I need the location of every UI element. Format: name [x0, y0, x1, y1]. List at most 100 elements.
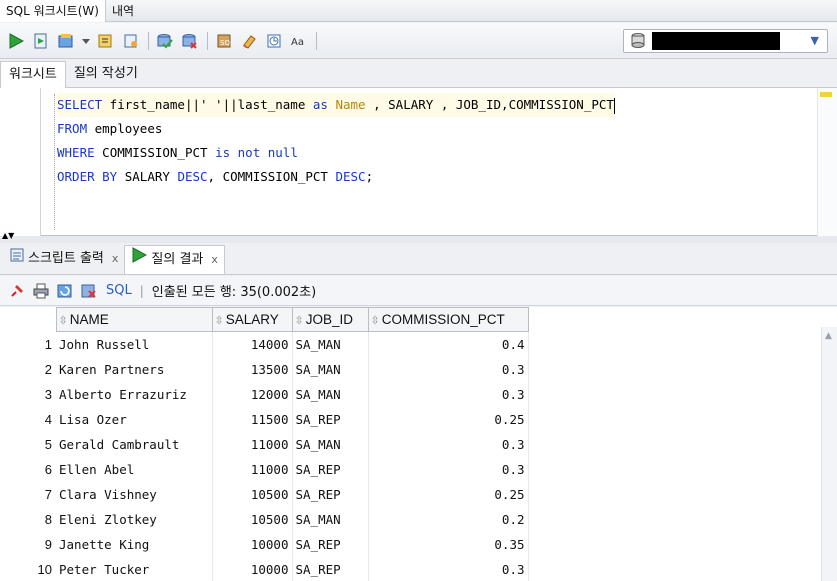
cell-name[interactable]: Lisa Ozer	[56, 406, 213, 432]
eraser-icon[interactable]	[239, 31, 259, 51]
sort-icon[interactable]: ⇳	[295, 315, 304, 327]
cell-salary[interactable]: 10500	[212, 506, 293, 532]
cell-name[interactable]: Peter Tucker	[56, 556, 213, 581]
rollback-icon[interactable]	[180, 31, 200, 51]
sort-icon[interactable]: ⇳	[215, 315, 224, 327]
cell-job-id[interactable]: SA_MAN	[292, 506, 369, 532]
cell-job-id[interactable]: SA_MAN	[292, 331, 369, 357]
tab-worksheet[interactable]: 워크시트	[0, 60, 66, 88]
sort-icon[interactable]: ⇳	[371, 315, 380, 327]
cell-job-id[interactable]: SA_MAN	[292, 431, 369, 457]
table-row[interactable]: 2 Karen Partners 13500 SA_MAN 0.3	[0, 356, 529, 382]
scroll-up-icon[interactable]: ▲	[825, 331, 832, 341]
editor-scrollbar[interactable]	[817, 88, 837, 236]
sql-format-icon[interactable]: SQL	[214, 31, 234, 51]
sql-editor[interactable]: SELECT first_name||' '||last_name as Nam…	[0, 88, 837, 236]
cell-name[interactable]: Ellen Abel	[56, 456, 213, 482]
case-change-icon[interactable]: Aa	[289, 31, 309, 51]
column-header-salary[interactable]: ⇳ SALARY	[211, 307, 293, 332]
cell-salary[interactable]: 10000	[212, 531, 293, 557]
cell-job-id[interactable]: SA_MAN	[292, 356, 369, 382]
results-grid[interactable]: ⇳ NAME ⇳ SALARY ⇳ JOB_ID ⇳ COMMISSION_PCT 1J…	[0, 307, 837, 581]
cell-commission-pct[interactable]: 0.35	[368, 531, 529, 557]
code-line-2: FROM employees	[57, 117, 615, 141]
commit-icon[interactable]	[155, 31, 175, 51]
cell-name[interactable]: Gerald Cambrault	[56, 431, 213, 457]
cell-commission-pct[interactable]: 0.4	[368, 331, 529, 357]
table-row[interactable]: 8 Eleni Zlotkey 10500 SA_MAN 0.2	[0, 506, 529, 532]
cell-name[interactable]: Karen Partners	[56, 356, 213, 382]
cell-name[interactable]: Clara Vishney	[56, 481, 213, 507]
cell-salary[interactable]: 14000	[212, 331, 293, 357]
cell-job-id[interactable]: SA_REP	[292, 531, 369, 557]
splitter-arrows-icon[interactable]: ▲▼	[2, 232, 14, 240]
chevron-down-icon[interactable]	[81, 31, 91, 51]
cell-salary[interactable]: 10000	[212, 556, 293, 581]
cell-job-id[interactable]: SA_REP	[292, 456, 369, 482]
grid-scrollbar[interactable]: ▲	[821, 327, 837, 581]
table-row[interactable]: 6 Ellen Abel 11000 SA_REP 0.3	[0, 456, 529, 482]
tab-script-output[interactable]: 스크립트 출력 x	[4, 244, 124, 274]
table-row[interactable]: 1 John Russell 14000 SA_MAN 0.4	[0, 331, 529, 357]
svg-text:Aa: Aa	[291, 37, 304, 48]
run-script-icon[interactable]	[31, 31, 51, 51]
close-icon[interactable]: x	[112, 244, 119, 274]
sql-link[interactable]: SQL	[106, 283, 132, 298]
cell-name[interactable]: Eleni Zlotkey	[56, 506, 213, 532]
explain-plan-icon[interactable]	[96, 31, 116, 51]
cancel-fetch-icon[interactable]	[80, 282, 98, 300]
cell-commission-pct[interactable]: 0.25	[368, 406, 529, 432]
table-row[interactable]: 5 Gerald Cambrault 11000 SA_MAN 0.3	[0, 431, 529, 457]
cell-salary[interactable]: 10500	[212, 481, 293, 507]
cell-job-id[interactable]: SA_REP	[292, 481, 369, 507]
cell-salary[interactable]: 11000	[212, 456, 293, 482]
cell-job-id[interactable]: SA_MAN	[292, 381, 369, 407]
autotrace-icon[interactable]	[56, 31, 76, 51]
column-header-name[interactable]: ⇳ NAME	[55, 307, 213, 332]
print-icon[interactable]	[32, 282, 50, 300]
cell-commission-pct[interactable]: 0.3	[368, 431, 529, 457]
cell-name[interactable]: Janette King	[56, 531, 213, 557]
table-row[interactable]: 4 Lisa Ozer 11500 SA_REP 0.25	[0, 406, 529, 432]
code-text: COMMISSION_PCT	[94, 145, 216, 160]
cell-commission-pct[interactable]: 0.3	[368, 556, 529, 581]
code-area[interactable]: SELECT first_name||' '||last_name as Nam…	[57, 93, 615, 189]
close-icon[interactable]: x	[211, 245, 218, 275]
fetch-status: 인출된 모든 행: 35(0.002초)	[151, 285, 317, 300]
row-number: 5	[44, 436, 52, 452]
sql-tuning-icon[interactable]	[121, 31, 141, 51]
table-row[interactable]: 9 Janette King 10000 SA_REP 0.35	[0, 531, 529, 557]
table-row[interactable]: 10 Peter Tucker 10000 SA_REP 0.3	[0, 556, 529, 581]
refresh-icon[interactable]	[56, 282, 74, 300]
cell-salary[interactable]: 11500	[212, 406, 293, 432]
cell-commission-pct[interactable]: 0.25	[368, 481, 529, 507]
pane-splitter[interactable]: ▲▼	[0, 232, 837, 243]
cell-name[interactable]: John Russell	[56, 331, 213, 357]
cell-commission-pct[interactable]: 0.3	[368, 456, 529, 482]
column-header-job-id[interactable]: ⇳ JOB_ID	[291, 307, 369, 332]
history-icon[interactable]	[264, 31, 284, 51]
pin-icon[interactable]	[8, 282, 26, 300]
tab-sql-worksheet[interactable]: SQL 워크시트(W)	[0, 0, 106, 22]
cell-name[interactable]: Alberto Errazuriz	[56, 381, 213, 407]
sort-icon[interactable]: ⇳	[59, 315, 68, 327]
cell-commission-pct[interactable]: 0.3	[368, 381, 529, 407]
error-marker[interactable]	[820, 92, 832, 97]
cell-salary[interactable]: 12000	[212, 381, 293, 407]
column-header-commission-pct[interactable]: ⇳ COMMISSION_PCT	[367, 307, 529, 332]
cell-commission-pct[interactable]: 0.2	[368, 506, 529, 532]
tab-query-builder[interactable]: 질의 작성기	[66, 60, 146, 88]
run-statement-icon[interactable]	[6, 31, 26, 51]
table-row[interactable]: 7 Clara Vishney 10500 SA_REP 0.25	[0, 481, 529, 507]
connection-selector[interactable]: ▼	[623, 29, 828, 53]
tab-history[interactable]: 내역	[106, 0, 140, 22]
cell-salary[interactable]: 13500	[212, 356, 293, 382]
toolbar-separator	[207, 31, 208, 50]
table-row[interactable]: 3 Alberto Errazuriz 12000 SA_MAN 0.3	[0, 381, 529, 407]
chevron-down-icon[interactable]: ▼	[811, 34, 819, 47]
cell-commission-pct[interactable]: 0.3	[368, 356, 529, 382]
tab-query-result[interactable]: 질의 결과 x	[124, 245, 225, 274]
cell-job-id[interactable]: SA_REP	[292, 556, 369, 581]
cell-job-id[interactable]: SA_REP	[292, 406, 369, 432]
cell-salary[interactable]: 11000	[212, 431, 293, 457]
